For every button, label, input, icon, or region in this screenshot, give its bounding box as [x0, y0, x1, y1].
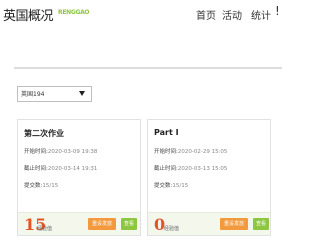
start-time-value: 2020-03-09 19:38 [47, 149, 98, 155]
nav-home[interactable]: 首页 [196, 7, 216, 22]
start-time-value: 2020-02-29 15:05 [177, 149, 228, 155]
end-time: 截止时间:2020-03-13 15:05 [154, 164, 227, 172]
nav-activity[interactable]: 活动 [222, 7, 242, 22]
card-footer: 15 经验值 重设发放 查看 [18, 212, 140, 235]
experience-unit: 经验值 [37, 226, 53, 232]
end-time: 截止时间:2020-03-14 19:31 [24, 164, 97, 172]
submission-count: 提交数:15/15 [154, 181, 188, 189]
submission-count-label: 提交数: [24, 183, 43, 189]
brand-logo: RENGGAO [58, 9, 90, 16]
start-time-label: 开始时间: [154, 149, 178, 155]
section-divider [14, 67, 282, 69]
start-time-label: 开始时间: [24, 149, 48, 155]
start-time: 开始时间:2020-03-09 19:38 [24, 147, 97, 155]
end-time-value: 2020-03-14 19:31 [47, 166, 98, 172]
end-time-value: 2020-03-13 15:05 [177, 166, 228, 172]
reset-distribution-button[interactable]: 重设发放 [88, 218, 116, 230]
card-footer: 0 经验值 重设发放 查看 [148, 212, 270, 235]
submission-count-label: 提交数: [154, 183, 173, 189]
class-select[interactable]: 英国194 [17, 86, 92, 102]
top-header: 英国概况 RENGGAO 首页 活动 统计 ! [0, 0, 282, 26]
experience-unit: 经验值 [164, 226, 180, 232]
assignment-title: 第二次作业 [24, 129, 64, 138]
page-title: 英国概况 [3, 9, 54, 24]
view-button[interactable]: 查看 [121, 218, 137, 230]
assignment-title: Part I [154, 128, 179, 137]
view-button[interactable]: 查看 [253, 218, 269, 230]
submission-count-value: 15/15 [172, 183, 189, 189]
class-select-value: 英国194 [21, 91, 45, 98]
end-time-label: 截止时间: [24, 166, 48, 172]
submission-count-value: 15/15 [42, 183, 59, 189]
reset-distribution-button[interactable]: 重设发放 [220, 218, 248, 230]
end-time-label: 截止时间: [154, 166, 178, 172]
submission-count: 提交数:15/15 [24, 181, 58, 189]
caret-down-icon [79, 91, 85, 96]
assignment-card: Part I 开始时间:2020-02-29 15:05 截止时间:2020-0… [147, 119, 271, 236]
assignment-card: 第二次作业 开始时间:2020-03-09 19:38 截止时间:2020-03… [17, 119, 141, 236]
nav-more[interactable]: ! [275, 4, 280, 18]
nav-statistics[interactable]: 统计 [251, 7, 271, 22]
start-time: 开始时间:2020-02-29 15:05 [154, 147, 227, 155]
